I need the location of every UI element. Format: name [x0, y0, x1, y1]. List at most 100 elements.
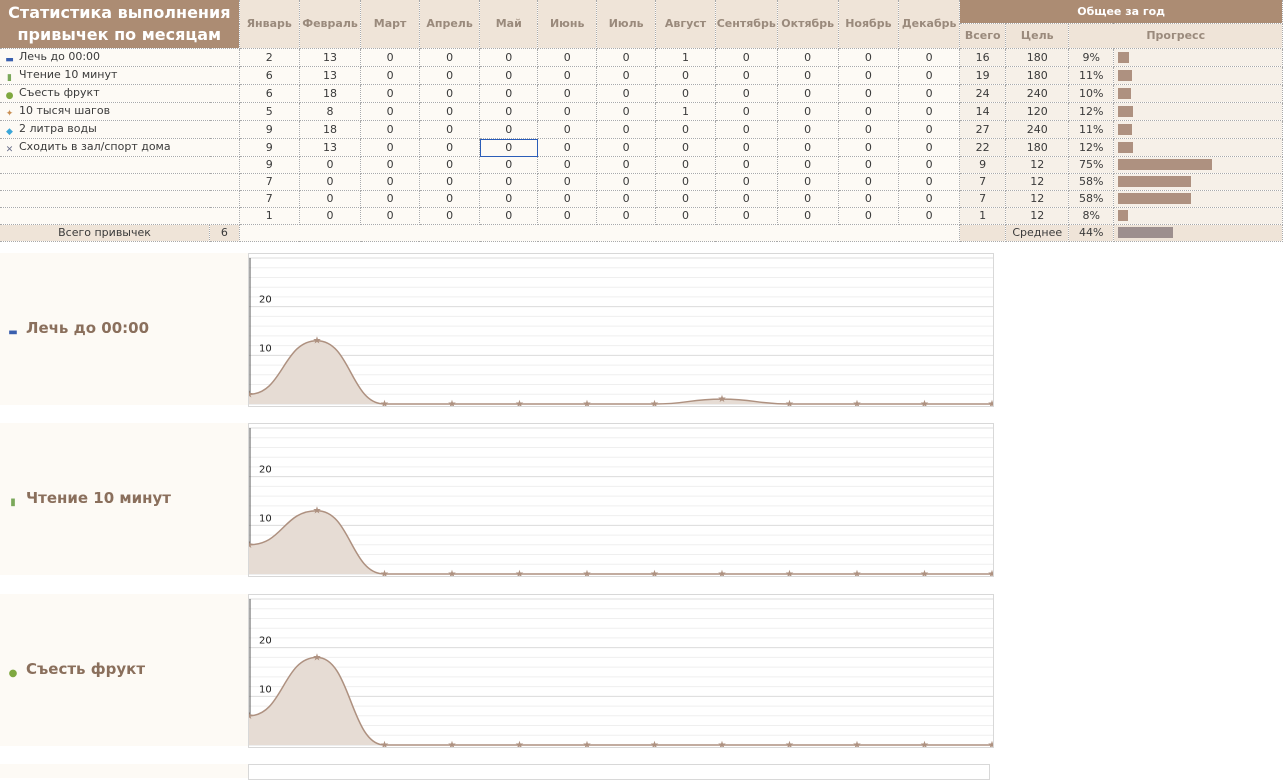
- month-value-cell[interactable]: 0: [479, 138, 539, 157]
- month-value-cell[interactable]: 0: [596, 190, 657, 208]
- month-header[interactable]: Июнь: [537, 0, 598, 49]
- progress-cell[interactable]: [1113, 207, 1283, 225]
- data-point-star-icon[interactable]: ★: [380, 740, 389, 747]
- month-value-cell[interactable]: 0: [360, 207, 420, 225]
- month-value-cell[interactable]: 0: [655, 84, 716, 103]
- month-value-cell[interactable]: 1: [239, 207, 300, 225]
- month-header[interactable]: Февраль: [299, 0, 362, 49]
- month-value-cell[interactable]: 0: [715, 84, 778, 103]
- habit-name-cell[interactable]: ▮ Чтение 10 минут: [0, 66, 240, 85]
- progress-cell[interactable]: [1113, 120, 1283, 139]
- data-point-star-icon[interactable]: ★: [785, 399, 794, 406]
- month-value-cell[interactable]: 0: [838, 156, 900, 174]
- month-value-cell[interactable]: 6: [239, 84, 300, 103]
- total-header[interactable]: Всего: [959, 23, 1007, 49]
- month-value-cell[interactable]: 0: [479, 120, 539, 139]
- progress-cell[interactable]: [1113, 66, 1283, 85]
- summary-header[interactable]: Общее за год: [959, 0, 1283, 24]
- habit-name-cell[interactable]: [0, 190, 240, 208]
- month-value-cell[interactable]: 0: [838, 48, 900, 67]
- month-value-cell[interactable]: 0: [537, 207, 598, 225]
- month-value-cell[interactable]: 0: [898, 120, 961, 139]
- month-value-cell[interactable]: 18: [299, 120, 362, 139]
- total-value[interactable]: 19: [959, 66, 1007, 85]
- month-value-cell[interactable]: 0: [777, 102, 839, 121]
- month-value-cell[interactable]: 0: [537, 102, 598, 121]
- data-point-star-icon[interactable]: ★: [380, 569, 389, 576]
- month-value-cell[interactable]: 5: [239, 102, 300, 121]
- progress-percent[interactable]: 58%: [1068, 190, 1114, 208]
- habit-area-chart[interactable]: 10 20 ★ ★ ★ ★ ★ ★ ★ ★ ★ ★ ★ ★: [248, 423, 994, 577]
- month-value-cell[interactable]: 0: [655, 207, 716, 225]
- month-value-cell[interactable]: 0: [479, 84, 539, 103]
- data-point-star-icon[interactable]: ★: [249, 540, 254, 551]
- month-value-cell[interactable]: 2: [239, 48, 300, 67]
- month-value-cell[interactable]: 0: [360, 120, 420, 139]
- month-value-cell[interactable]: 0: [419, 190, 481, 208]
- data-point-star-icon[interactable]: ★: [249, 711, 254, 722]
- month-value-cell[interactable]: 0: [596, 102, 657, 121]
- month-value-cell[interactable]: 0: [537, 156, 598, 174]
- habit-name-cell[interactable]: ✕ Сходить в зал/спорт дома: [0, 138, 240, 157]
- progress-percent[interactable]: 11%: [1068, 120, 1114, 139]
- data-point-star-icon[interactable]: ★: [380, 399, 389, 406]
- data-point-star-icon[interactable]: ★: [920, 569, 929, 576]
- month-value-cell[interactable]: 0: [777, 207, 839, 225]
- data-point-star-icon[interactable]: ★: [853, 399, 862, 406]
- month-value-cell[interactable]: 7: [239, 190, 300, 208]
- month-value-cell[interactable]: 9: [239, 138, 300, 157]
- month-value-cell[interactable]: 0: [715, 207, 778, 225]
- progress-cell[interactable]: [1113, 102, 1283, 121]
- total-value[interactable]: 9: [959, 156, 1007, 174]
- footer-blank[interactable]: [239, 224, 961, 242]
- average-value[interactable]: 44%: [1068, 224, 1114, 242]
- month-value-cell[interactable]: 0: [715, 120, 778, 139]
- goal-value[interactable]: 120: [1005, 102, 1070, 121]
- goal-value[interactable]: 12: [1005, 207, 1070, 225]
- progress-percent[interactable]: 58%: [1068, 173, 1114, 191]
- total-habits-count[interactable]: 6: [209, 224, 240, 242]
- month-value-cell[interactable]: 0: [479, 190, 539, 208]
- month-header[interactable]: Март: [360, 0, 420, 49]
- data-point-star-icon[interactable]: ★: [313, 336, 322, 347]
- month-value-cell[interactable]: 0: [537, 190, 598, 208]
- data-point-star-icon[interactable]: ★: [583, 740, 592, 747]
- month-value-cell[interactable]: 0: [777, 190, 839, 208]
- month-value-cell[interactable]: 0: [479, 207, 539, 225]
- month-value-cell[interactable]: 0: [596, 156, 657, 174]
- month-value-cell[interactable]: 0: [838, 84, 900, 103]
- month-value-cell[interactable]: 0: [898, 102, 961, 121]
- month-value-cell[interactable]: 0: [715, 173, 778, 191]
- progress-cell[interactable]: [1113, 48, 1283, 67]
- month-value-cell[interactable]: 0: [838, 66, 900, 85]
- data-point-star-icon[interactable]: ★: [988, 399, 993, 406]
- month-value-cell[interactable]: 0: [655, 156, 716, 174]
- data-point-star-icon[interactable]: ★: [988, 569, 993, 576]
- month-value-cell[interactable]: 0: [838, 120, 900, 139]
- month-value-cell[interactable]: 0: [715, 102, 778, 121]
- total-value[interactable]: 7: [959, 190, 1007, 208]
- month-header[interactable]: Август: [655, 0, 716, 49]
- month-value-cell[interactable]: 0: [360, 190, 420, 208]
- progress-header[interactable]: Прогресс: [1068, 23, 1283, 49]
- habit-area-chart[interactable]: 10 20 ★ ★ ★ ★ ★ ★ ★ ★ ★ ★ ★ ★: [248, 253, 994, 407]
- month-value-cell[interactable]: 0: [360, 66, 420, 85]
- month-header[interactable]: Сентябрь: [715, 0, 778, 49]
- habit-name-cell[interactable]: [0, 207, 240, 225]
- month-header[interactable]: Октябрь: [777, 0, 839, 49]
- month-header[interactable]: Ноябрь: [838, 0, 900, 49]
- goal-value[interactable]: 180: [1005, 138, 1070, 157]
- month-value-cell[interactable]: 0: [898, 207, 961, 225]
- month-value-cell[interactable]: 6: [239, 66, 300, 85]
- month-value-cell[interactable]: 0: [596, 120, 657, 139]
- month-value-cell[interactable]: 0: [838, 102, 900, 121]
- data-point-star-icon[interactable]: ★: [313, 652, 322, 663]
- month-value-cell[interactable]: 0: [596, 66, 657, 85]
- month-value-cell[interactable]: 0: [537, 66, 598, 85]
- month-value-cell[interactable]: 0: [655, 120, 716, 139]
- month-value-cell[interactable]: 0: [838, 207, 900, 225]
- month-header[interactable]: Июль: [596, 0, 657, 49]
- habit-name-cell[interactable]: ● Съесть фрукт: [0, 84, 240, 103]
- total-value[interactable]: 1: [959, 207, 1007, 225]
- total-habits-label[interactable]: Всего привычек: [0, 224, 211, 242]
